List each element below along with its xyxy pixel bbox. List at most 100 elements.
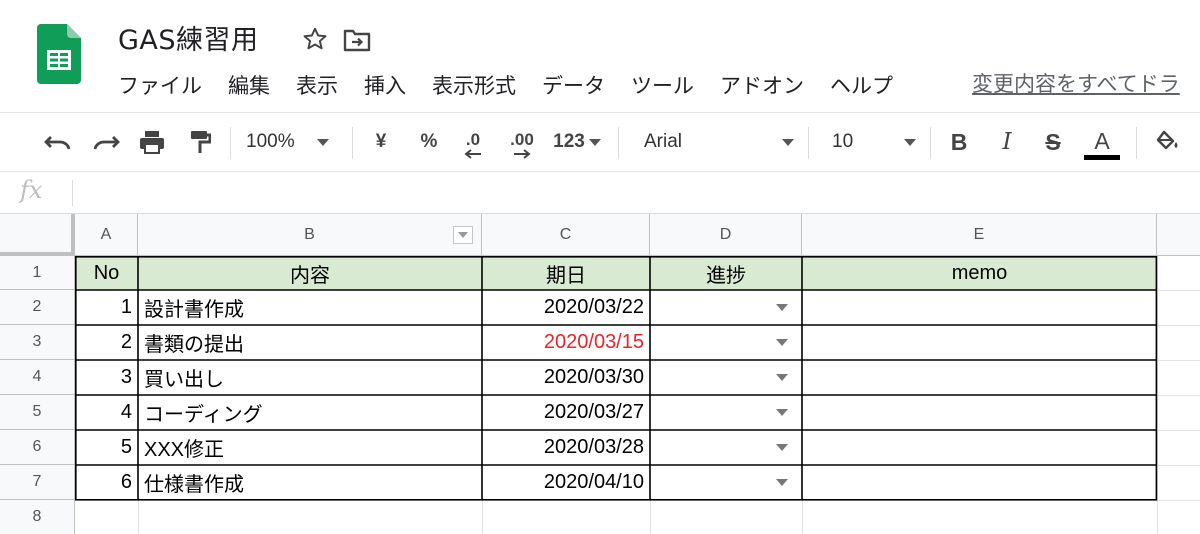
menu-insert[interactable]: 挿入: [364, 70, 406, 100]
percent-format-button[interactable]: %: [414, 113, 444, 171]
table-cell-memo[interactable]: [802, 395, 1157, 430]
toolbar-divider: [808, 127, 809, 159]
table-cell-memo[interactable]: [802, 360, 1157, 395]
decrease-decimal-button[interactable]: .0: [456, 113, 490, 171]
toolbar-divider: [230, 127, 231, 159]
table-cell-no[interactable]: 4: [75, 395, 138, 430]
more-formats-label: 123: [553, 131, 585, 152]
menu-view[interactable]: 表示: [296, 70, 338, 100]
chevron-down-icon[interactable]: [776, 409, 788, 416]
fx-icon: fx: [20, 176, 43, 204]
arrow-left-icon: [464, 149, 481, 159]
arrow-right-icon: [514, 149, 531, 159]
toolbar: 100% ¥ % .0 .00 123 Arial 10 B I S A: [0, 112, 1200, 172]
toolbar-divider: [618, 127, 619, 159]
toolbar-divider: [352, 127, 353, 159]
progress-dropdown[interactable]: [650, 395, 802, 430]
table-header-progress[interactable]: 進捗: [650, 256, 802, 290]
menu-addons[interactable]: アドオン: [720, 70, 804, 100]
progress-dropdown[interactable]: [650, 430, 802, 465]
move-folder-icon[interactable]: [343, 28, 371, 52]
spreadsheet-grid: A B C D E 1 2 3 4 5 6 7 8 No 内容 期日 進捗 me…: [0, 214, 1200, 534]
menu-bar: ファイル 編集 表示 挿入 表示形式 データ ツール アドオン ヘルプ: [118, 70, 919, 100]
fill-color-icon[interactable]: [1150, 113, 1186, 171]
table-cell-content[interactable]: 設計書作成: [138, 290, 482, 325]
chevron-down-icon[interactable]: [776, 304, 788, 311]
menu-file[interactable]: ファイル: [118, 70, 202, 100]
chevron-down-icon: [782, 138, 794, 146]
font-size-select[interactable]: 10: [832, 113, 916, 171]
table-cell-memo[interactable]: [802, 465, 1157, 500]
text-color-swatch: [1084, 154, 1120, 160]
zoom-select[interactable]: 100%: [246, 113, 346, 171]
redo-icon[interactable]: [88, 113, 124, 171]
zoom-value: 100%: [246, 131, 295, 152]
table-cell-no[interactable]: 1: [75, 290, 138, 325]
toolbar-divider: [930, 127, 931, 159]
increase-decimal-button[interactable]: .00: [502, 113, 542, 171]
table-cell-no[interactable]: 2: [75, 325, 138, 360]
table-cell-memo[interactable]: [802, 430, 1157, 465]
menu-tools[interactable]: ツール: [631, 70, 694, 100]
font-family-value: Arial: [644, 131, 683, 152]
toolbar-divider: [1136, 127, 1137, 159]
table-header-content[interactable]: 内容: [138, 256, 482, 290]
table-cell-date[interactable]: 2020/03/27: [482, 395, 650, 430]
table-cell-content[interactable]: 仕様書作成: [138, 465, 482, 500]
table-header-no[interactable]: No: [75, 256, 138, 290]
table-cell-content[interactable]: コーディング: [138, 395, 482, 430]
chevron-down-icon: [316, 138, 329, 146]
increase-decimal-label: .00: [510, 130, 534, 149]
table-header-due-date[interactable]: 期日: [482, 256, 650, 290]
formula-divider: [72, 180, 73, 206]
progress-dropdown[interactable]: [650, 325, 802, 360]
table-cell-memo[interactable]: [802, 290, 1157, 325]
formula-input[interactable]: [80, 172, 1190, 214]
progress-dropdown[interactable]: [650, 290, 802, 325]
star-icon[interactable]: [302, 26, 328, 52]
progress-dropdown[interactable]: [650, 465, 802, 500]
formula-bar: fx: [0, 172, 1200, 214]
decrease-decimal-label: .0: [465, 130, 481, 149]
paint-format-icon[interactable]: [182, 113, 218, 171]
table-cell-no[interactable]: 6: [75, 465, 138, 500]
progress-dropdown[interactable]: [650, 360, 802, 395]
strikethrough-button[interactable]: S: [1038, 113, 1068, 171]
table-header-memo[interactable]: memo: [802, 256, 1157, 290]
menu-data[interactable]: データ: [542, 70, 605, 100]
last-edit-link[interactable]: 変更内容をすべてドラ: [972, 68, 1180, 98]
italic-button[interactable]: I: [992, 113, 1022, 171]
app-header: GAS練習用 ファイル 編集 表示 挿入 表示形式 データ ツール アドオン ヘ…: [0, 0, 1200, 112]
undo-icon[interactable]: [40, 113, 76, 171]
menu-edit[interactable]: 編集: [228, 70, 270, 100]
table-cell-memo[interactable]: [802, 325, 1157, 360]
table-cell-date[interactable]: 2020/03/30: [482, 360, 650, 395]
font-size-value: 10: [832, 131, 854, 152]
sheets-logo-icon[interactable]: [37, 24, 81, 84]
chevron-down-icon: [904, 138, 916, 146]
text-color-button[interactable]: A: [1082, 113, 1122, 171]
table-cell-content[interactable]: 買い出し: [138, 360, 482, 395]
table-cell-content[interactable]: XXX修正: [138, 430, 482, 465]
table-cell-date-overdue[interactable]: 2020/03/15: [482, 325, 650, 360]
table-cell-content[interactable]: 書類の提出: [138, 325, 482, 360]
print-icon[interactable]: [134, 113, 170, 171]
text-color-label: A: [1094, 127, 1110, 154]
chevron-down-icon[interactable]: [776, 479, 788, 486]
bold-button[interactable]: B: [944, 113, 974, 171]
table-cell-date[interactable]: 2020/03/22: [482, 290, 650, 325]
document-title[interactable]: GAS練習用: [118, 18, 259, 57]
table-cell-date[interactable]: 2020/04/10: [482, 465, 650, 500]
font-family-select[interactable]: Arial: [644, 113, 794, 171]
chevron-down-icon[interactable]: [776, 444, 788, 451]
chevron-down-icon[interactable]: [776, 374, 788, 381]
menu-help[interactable]: ヘルプ: [830, 70, 893, 100]
currency-format-button[interactable]: ¥: [366, 113, 396, 171]
chevron-down-icon: [588, 138, 601, 146]
menu-format[interactable]: 表示形式: [432, 70, 516, 100]
more-formats-button[interactable]: 123: [548, 113, 606, 171]
chevron-down-icon[interactable]: [776, 339, 788, 346]
table-cell-no[interactable]: 3: [75, 360, 138, 395]
table-cell-no[interactable]: 5: [75, 430, 138, 465]
table-cell-date[interactable]: 2020/03/28: [482, 430, 650, 465]
